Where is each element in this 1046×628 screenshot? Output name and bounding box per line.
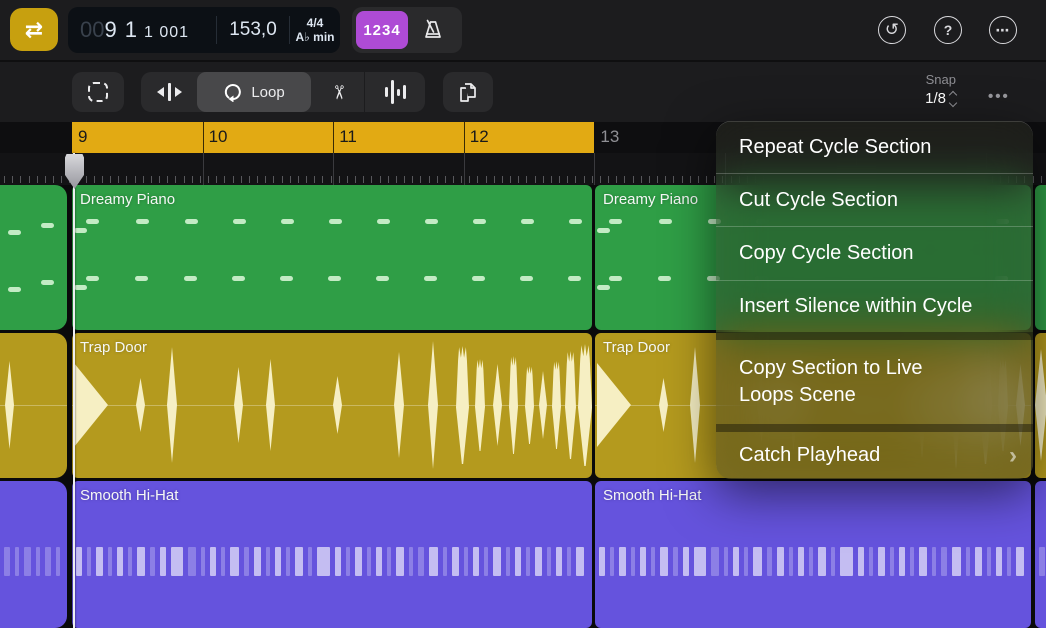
menu-item-label: Repeat Cycle Section xyxy=(739,136,931,159)
region-piano-main[interactable]: Dreamy Piano xyxy=(72,185,592,330)
menu-item-cut-cycle-section[interactable]: Cut Cycle Section xyxy=(716,173,1033,226)
region-trap-main[interactable]: Trap Door xyxy=(72,333,592,478)
song-key: A♭ min xyxy=(290,30,340,44)
region-piano-sliver[interactable] xyxy=(1035,185,1046,330)
time-signature: 4/4 xyxy=(290,16,340,30)
menu-item-label: Copy Section to Live Loops Scene xyxy=(739,355,922,409)
count-in-button[interactable]: 1234 xyxy=(356,11,408,49)
menu-group-separator xyxy=(716,332,1033,340)
copy-paste-button[interactable] xyxy=(443,72,493,112)
menu-item-label: Insert Silence within Cycle xyxy=(739,295,972,318)
position-beat: 1 xyxy=(125,17,138,43)
snap-control[interactable]: Snap 1/8 xyxy=(880,72,956,107)
dots-icon: ••• xyxy=(988,88,1010,105)
menu-group-separator xyxy=(716,424,1033,432)
menu-item-label: Copy Cycle Section xyxy=(739,242,914,265)
lcd-display[interactable]: 00 9 1 1 001 153,0 4/4 A♭ min xyxy=(68,7,340,53)
cycle-context-menu: Repeat Cycle Section Cut Cycle Section C… xyxy=(716,121,1033,479)
time-signature-key: 4/4 A♭ min xyxy=(290,16,340,44)
trim-icon xyxy=(157,83,182,101)
cycle-icon: ⇄ xyxy=(25,17,43,43)
more-button[interactable]: ⋯ xyxy=(989,16,1017,44)
join-button[interactable] xyxy=(365,72,425,112)
menu-item-label: Catch Playhead xyxy=(739,444,880,467)
bar-number: 10 xyxy=(209,127,228,147)
join-icon xyxy=(385,80,406,104)
chevron-up-down-icon xyxy=(950,92,956,106)
region-trap-partial[interactable] xyxy=(0,333,67,478)
edit-toolbar: Loop ✂ Snap xyxy=(0,60,1046,122)
menu-item-copy-cycle-section[interactable]: Copy Cycle Section xyxy=(716,226,1033,280)
count-in-metronome-group: 1234 xyxy=(352,7,462,53)
menu-item-insert-silence[interactable]: Insert Silence within Cycle xyxy=(716,280,1033,332)
bar-number: 9 xyxy=(78,127,87,147)
region-label: Trap Door xyxy=(603,339,670,356)
loop-icon xyxy=(223,82,243,102)
loop-button-selected[interactable]: Loop xyxy=(197,72,311,112)
menu-item-label: Cut Cycle Section xyxy=(739,189,898,212)
edit-mode-segmented-control: Loop ✂ xyxy=(141,72,425,112)
undo-button[interactable]: ↺ xyxy=(878,16,906,44)
count-in-label: 1234 xyxy=(363,22,400,39)
position-leading-zeros: 00 xyxy=(80,17,104,43)
region-label: Smooth Hi-Hat xyxy=(603,487,701,504)
marquee-select-button[interactable] xyxy=(72,72,124,112)
region-piano-partial[interactable] xyxy=(0,185,67,330)
region-hat-sliver[interactable] xyxy=(1035,481,1046,628)
region-hat-main[interactable]: Smooth Hi-Hat xyxy=(72,481,592,628)
tempo-value: 153,0 xyxy=(217,19,289,41)
menu-item-copy-to-live-loops[interactable]: Copy Section to Live Loops Scene xyxy=(716,340,1033,424)
ellipsis-icon: ⋯ xyxy=(996,22,1011,39)
region-label: Dreamy Piano xyxy=(603,191,698,208)
help-button[interactable]: ? xyxy=(934,16,962,44)
split-button[interactable]: ✂ xyxy=(311,72,364,112)
garageband-window: ⇄ 00 9 1 1 001 153,0 4/4 A♭ min 1234 xyxy=(0,0,1046,628)
bar-number: 12 xyxy=(470,127,489,147)
region-trap-sliver[interactable] xyxy=(1035,333,1046,478)
snap-value: 1/8 xyxy=(925,90,946,107)
playhead-line[interactable] xyxy=(73,153,75,628)
snap-label: Snap xyxy=(880,72,956,87)
copy-paste-icon xyxy=(456,80,480,104)
region-label: Trap Door xyxy=(80,339,147,356)
marquee-icon xyxy=(88,82,108,102)
region-hat-partial[interactable] xyxy=(0,481,67,628)
chevron-right-icon: › xyxy=(1009,444,1017,468)
menu-item-catch-playhead[interactable]: Catch Playhead › xyxy=(716,432,1033,479)
bar-number: 11 xyxy=(339,127,357,147)
metronome-button[interactable] xyxy=(408,11,458,49)
undo-icon: ↺ xyxy=(885,20,899,40)
metronome-icon xyxy=(420,17,446,43)
playhead-position: 00 9 1 1 001 xyxy=(68,17,216,43)
bar-number: 13 xyxy=(600,127,619,147)
track-smooth-hi-hat: Smooth Hi-Hat Smooth Hi-Hat xyxy=(0,481,1046,628)
position-ticks: 1 001 xyxy=(144,24,189,42)
toolbar-more-button[interactable]: ••• xyxy=(988,88,1010,105)
cycle-button[interactable]: ⇄ xyxy=(10,8,58,51)
region-hat-second[interactable]: Smooth Hi-Hat xyxy=(595,481,1031,628)
loop-label: Loop xyxy=(251,84,284,101)
help-icon: ? xyxy=(944,22,953,38)
trim-button[interactable] xyxy=(141,72,197,112)
region-label: Smooth Hi-Hat xyxy=(80,487,178,504)
menu-item-repeat-cycle-section[interactable]: Repeat Cycle Section xyxy=(716,121,1033,173)
transport-bar: ⇄ 00 9 1 1 001 153,0 4/4 A♭ min 1234 xyxy=(0,0,1046,60)
position-bar: 9 xyxy=(104,17,117,43)
region-label: Dreamy Piano xyxy=(80,191,175,208)
scissors-icon: ✂ xyxy=(326,84,349,100)
